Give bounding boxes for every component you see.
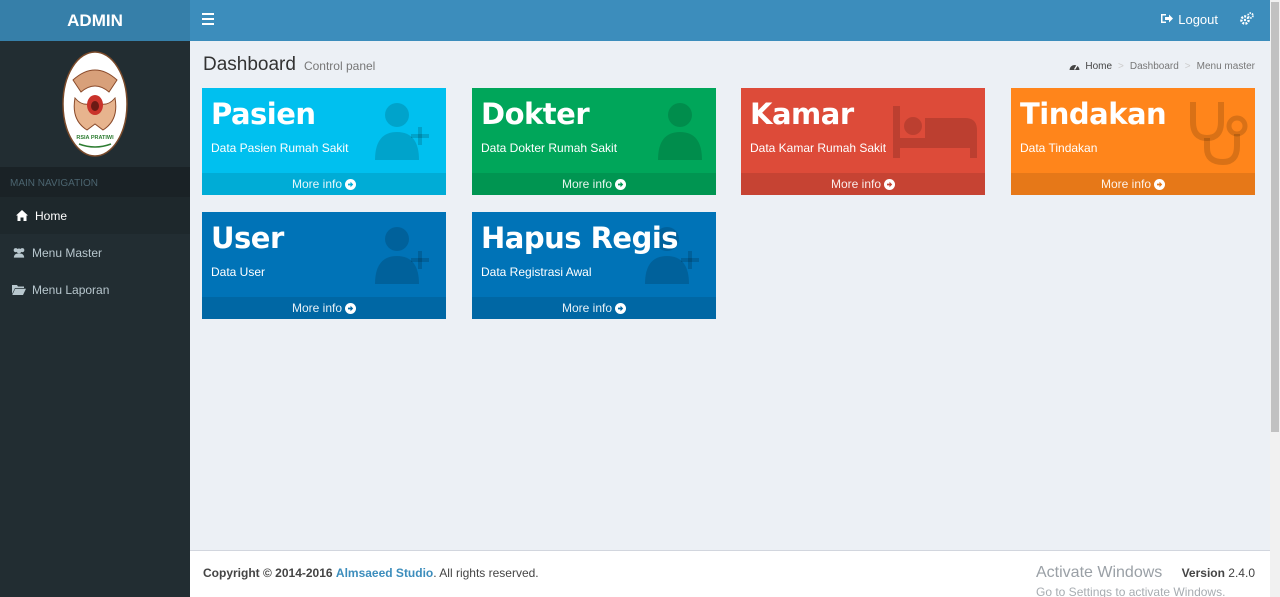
copyright-prefix: Copyright © 2014-2016 [203,566,333,580]
bed-icon [891,104,979,165]
page-title-text: Dashboard [203,54,296,75]
user-plus-icon [372,100,438,167]
box-subtitle: Data User [211,265,266,279]
breadcrumb: Home > Dashboard > Menu master [1069,61,1255,72]
user-icon [642,100,708,167]
version-number: 2.4.0 [1228,566,1255,580]
page-scrollbar[interactable] [1270,0,1280,597]
more-info-label: More info [830,177,882,191]
box-subtitle: Data Tindakan [1020,141,1098,155]
small-box-user: User Data User More info [202,212,446,319]
sidebar-item-menu-laporan[interactable]: Menu Laporan [0,271,190,308]
more-info-link-pasien[interactable]: More info [202,173,446,195]
arrow-circle-right-icon [615,178,627,190]
sidebar-toggle-icon[interactable] [202,13,214,25]
dashboard-icon [1069,62,1080,71]
activate-windows-hint: Go to Settings to activate Windows. [1036,585,1226,597]
box-title: User [211,221,284,255]
more-info-link-user[interactable]: More info [202,297,446,319]
top-navbar: Logout [190,0,1270,41]
sidebar-item-home[interactable]: Home [0,197,190,234]
sidebar-item-menu-master[interactable]: Menu Master [0,234,190,271]
brand-text: ADMIN [67,10,123,30]
box-title: Tindakan [1020,97,1167,131]
small-box-kamar: Kamar Data Kamar Rumah Sakit More info [741,88,985,195]
more-info-label: More info [561,301,613,315]
small-box-pasien: Pasien Data Pasien Rumah Sakit More info [202,88,446,195]
activate-windows-watermark: Activate Windows [1036,564,1163,581]
box-subtitle: Data Registrasi Awal [481,265,592,279]
sidebar-item-label: Menu Laporan [32,282,110,297]
arrow-circle-right-icon [884,178,896,190]
box-title: Dokter [481,97,590,131]
more-info-label: More info [1100,177,1152,191]
folder-open-icon [12,283,26,297]
more-info-link-kamar[interactable]: More info [741,173,985,195]
arrow-circle-right-icon [345,178,357,190]
box-title: Hapus Regis [481,221,679,255]
logo-text: RSIA PRATIWI [76,135,114,141]
copyright-text: Copyright © 2014-2016 Almsaeed Studio. A… [203,566,539,580]
box-subtitle: Data Kamar Rumah Sakit [750,141,887,155]
box-subtitle: Data Dokter Rumah Sakit [481,141,618,155]
box-title: Kamar [750,97,854,131]
user-plus-icon [372,224,438,291]
sidebar-item-label: Home [35,208,68,223]
box-title: Pasien [211,97,316,131]
more-info-label: More info [291,177,343,191]
sidebar: ADMIN RSIA PRATIWI MAIN NAVIGATION Home … [0,0,190,597]
breadcrumb-separator: > [1184,61,1191,72]
arrow-circle-right-icon [345,302,357,314]
breadcrumb-home-link[interactable]: Home [1085,61,1112,72]
box-subtitle: Data Pasien Rumah Sakit [211,141,349,155]
sidebar-item-label: Menu Master [32,245,103,260]
more-info-label: More info [291,301,343,315]
page-subtitle: Control panel [303,59,376,73]
more-info-link-tindakan[interactable]: More info [1011,173,1255,195]
version-text: Version 2.4.0 [1182,566,1255,580]
logout-label: Logout [1178,12,1218,27]
breadcrumb-separator: > [1118,61,1124,72]
small-box-tindakan: Tindakan Data Tindakan More info [1011,88,1255,195]
home-icon [15,209,29,223]
brand-logo[interactable]: ADMIN [0,0,190,41]
logout-button[interactable]: Logout [1161,12,1218,27]
main-footer: Copyright © 2014-2016 Almsaeed Studio. A… [190,550,1270,597]
scrollbar-thumb[interactable] [1271,2,1279,432]
gears-icon[interactable] [1240,12,1254,31]
arrow-circle-right-icon [615,302,627,314]
stethoscope-icon [1187,98,1249,171]
hospital-logo-image: RSIA PRATIWI [62,51,128,157]
breadcrumb-current: Menu master [1196,61,1255,72]
arrow-circle-right-icon [1154,178,1166,190]
more-info-label: More info [561,177,613,191]
users-icon [12,246,26,260]
sign-out-icon [1161,12,1174,27]
more-info-link-dokter[interactable]: More info [472,173,716,195]
page-title: Dashboard Control panel [203,54,375,76]
main-content: Dashboard Control panel Home > Dashboard… [190,41,1270,551]
more-info-link-hapus-regis[interactable]: More info [472,297,716,319]
studio-link[interactable]: Almsaeed Studio [336,566,433,580]
small-box-dokter: Dokter Data Dokter Rumah Sakit More info [472,88,716,195]
nav-header: MAIN NAVIGATION [0,167,190,197]
version-label: Version [1181,566,1225,580]
small-box-hapus-regis: Hapus Regis Data Registrasi Awal More in… [472,212,716,319]
hospital-logo-panel: RSIA PRATIWI [0,41,190,167]
breadcrumb-dashboard-link[interactable]: Dashboard [1130,61,1179,72]
copyright-suffix: . All rights reserved. [433,566,539,580]
